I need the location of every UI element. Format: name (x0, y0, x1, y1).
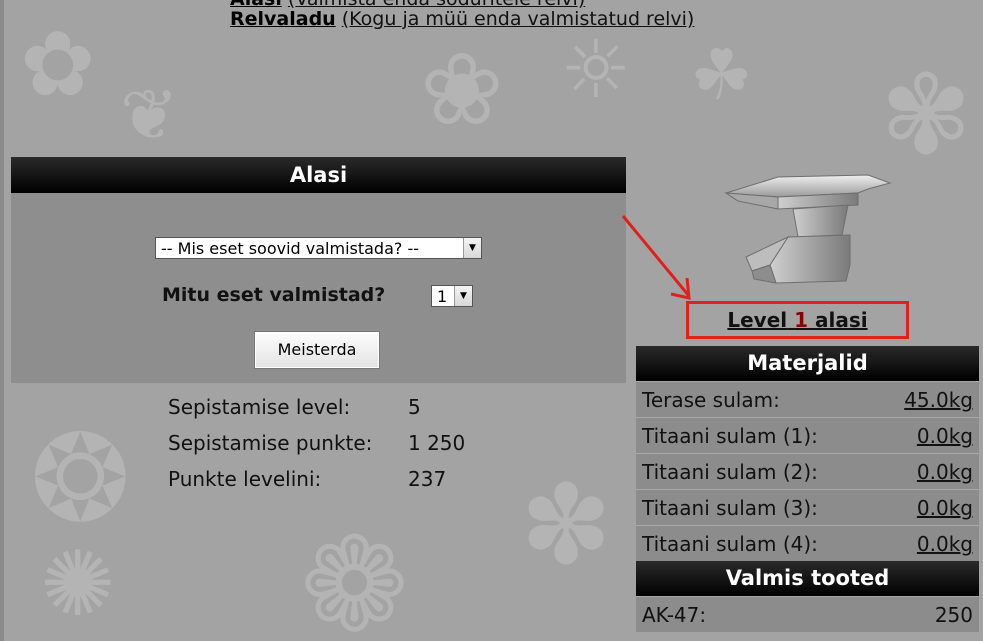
product-amount: 250 (934, 603, 973, 627)
stat-label: Punkte levelini: (168, 467, 322, 491)
level-number: 1 (794, 308, 809, 332)
product-name: AK-47: (642, 603, 707, 627)
material-amount-link[interactable]: 0.0kg (917, 490, 973, 526)
stat-row: Punkte levelini: 237 (168, 466, 465, 502)
stat-row: Sepistamise punkte: 1 250 (168, 430, 465, 466)
stat-value: 5 (408, 395, 421, 419)
quantity-label: Mitu eset valmistad? (162, 284, 386, 306)
stat-label: Sepistamise punkte: (168, 431, 373, 455)
stat-row: Sepistamise level: 5 (168, 394, 465, 430)
item-select[interactable]: -- Mis eset soovid valmistada? -- ▼ (155, 237, 482, 259)
material-name: Titaani sulam (3): (642, 496, 818, 520)
quantity-select[interactable]: 1 ▼ (431, 285, 473, 307)
materials-title: Materjalid (636, 346, 979, 381)
meisterda-button[interactable]: Meisterda (254, 331, 380, 369)
products-title: Valmis tooted (636, 561, 979, 596)
nav-link-relvaladu-desc[interactable]: (Kogu ja müü enda valmistatud relvi) (342, 8, 695, 30)
item-select-value: -- Mis eset soovid valmistada? -- (161, 239, 420, 258)
red-arrow-annotation (621, 215, 691, 300)
anvil-level-badge[interactable]: Level 1 alasi (686, 301, 909, 339)
chevron-down-icon[interactable]: ▼ (463, 238, 481, 258)
table-row: Titaani sulam (1): 0.0kg (636, 417, 979, 453)
table-row: Titaani sulam (2): 0.0kg (636, 453, 979, 489)
nav-link-relvaladu-title[interactable]: Relvaladu (230, 8, 336, 30)
table-row: Terase sulam: 45.0kg (636, 381, 979, 417)
level-prefix: Level (727, 308, 788, 332)
quantity-select-value: 1 (437, 287, 448, 306)
panel-title: Alasi (11, 157, 626, 193)
material-amount-link[interactable]: 45.0kg (904, 382, 973, 418)
chevron-down-icon[interactable]: ▼ (454, 286, 472, 306)
stat-value: 1 250 (408, 431, 466, 455)
nav-link-relvaladu[interactable]: Relvaladu (Kogu ja müü enda valmistatud … (230, 8, 694, 30)
table-row: Titaani sulam (4): 0.0kg (636, 525, 979, 561)
alasi-panel: Alasi -- Mis eset soovid valmistada? -- … (11, 157, 626, 383)
material-name: Titaani sulam (1): (642, 424, 818, 448)
level-suffix: alasi (815, 308, 868, 332)
stat-value: 237 (408, 467, 447, 491)
material-name: Terase sulam: (642, 388, 780, 412)
material-amount-link[interactable]: 0.0kg (917, 526, 973, 562)
table-row: Titaani sulam (3): 0.0kg (636, 489, 979, 525)
smithing-stats: Sepistamise level: 5 Sepistamise punkte: 1… (168, 394, 465, 502)
materials-table: Materjalid Terase sulam: 45.0kg Titaani … (636, 346, 979, 632)
anvil-icon (724, 174, 892, 284)
stat-label: Sepistamise level: (168, 395, 351, 419)
material-name: Titaani sulam (4): (642, 532, 818, 556)
material-name: Titaani sulam (2): (642, 460, 818, 484)
material-amount-link[interactable]: 0.0kg (917, 418, 973, 454)
material-amount-link[interactable]: 0.0kg (917, 454, 973, 490)
left-border-strip (0, 0, 4, 641)
table-row: AK-47: 250 (636, 596, 979, 632)
